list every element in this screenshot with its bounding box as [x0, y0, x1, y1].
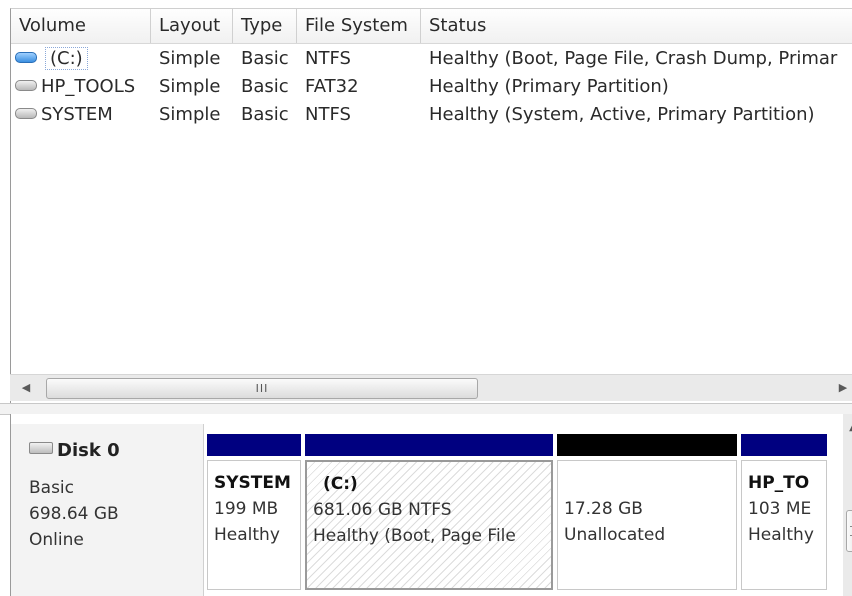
- partition-label: (C:): [323, 474, 358, 494]
- layout-cell: Simple: [159, 104, 221, 125]
- column-header-type[interactable]: Type: [233, 9, 297, 43]
- partition-body-selected: (C:) 681.06 GB NTFS Healthy (Boot, Page …: [305, 460, 553, 590]
- volume-blue-icon: [15, 51, 37, 63]
- partition-body: 17.28 GB Unallocated: [557, 460, 737, 590]
- column-header-volume[interactable]: Volume: [11, 9, 151, 43]
- scroll-left-icon[interactable]: ◀: [12, 375, 40, 401]
- partition-label: HP_TO: [748, 473, 810, 493]
- column-header-file-system[interactable]: File System: [297, 9, 421, 43]
- table-row[interactable]: (C:) Simple Basic NTFS Healthy (Boot, Pa…: [11, 45, 852, 73]
- disk-type: Basic: [29, 478, 75, 498]
- disk-icon: [29, 442, 53, 454]
- disk-graphical-view: Disk 0 Basic 698.64 GB Online SYSTEM 199…: [10, 414, 852, 596]
- volume-list: Volume Layout Type File System Status (C…: [10, 8, 852, 409]
- scroll-right-icon[interactable]: ▶: [834, 375, 852, 401]
- disk-size: 698.64 GB: [29, 504, 119, 524]
- scroll-up-icon[interactable]: ▲: [843, 422, 852, 433]
- status-cell: Healthy (System, Active, Primary Partiti…: [429, 104, 815, 125]
- file-system-cell: NTFS: [305, 48, 351, 69]
- disk-state: Online: [29, 530, 84, 550]
- volume-cell: (C:): [15, 45, 151, 73]
- partition-color-bar: [207, 434, 301, 456]
- file-system-cell: FAT32: [305, 76, 359, 97]
- layout-cell: Simple: [159, 48, 221, 69]
- status-cell: Healthy (Boot, Page File, Crash Dump, Pr…: [429, 48, 838, 69]
- partition-color-bar: [305, 434, 553, 456]
- type-cell: Basic: [241, 104, 289, 125]
- partition-color-bar: [741, 434, 827, 456]
- disk-management-window: Volume Layout Type File System Status (C…: [0, 0, 852, 596]
- partition-unallocated[interactable]: 17.28 GB Unallocated: [557, 434, 737, 590]
- scroll-thumb-vertical[interactable]: [846, 510, 852, 552]
- partition-status: Healthy: [748, 525, 814, 545]
- volume-name: SYSTEM: [41, 104, 113, 125]
- type-cell: Basic: [241, 48, 289, 69]
- table-row[interactable]: HP_TOOLS Simple Basic FAT32 Healthy (Pri…: [11, 73, 852, 101]
- partition-size: 681.06 GB NTFS: [313, 500, 452, 520]
- volume-cell: HP_TOOLS: [15, 73, 151, 101]
- status-cell: Healthy (Primary Partition): [429, 76, 669, 97]
- horizontal-scrollbar[interactable]: ◀ III ▶: [10, 374, 852, 401]
- table-row[interactable]: SYSTEM Simple Basic NTFS Healthy (System…: [11, 101, 852, 129]
- volume-rows: (C:) Simple Basic NTFS Healthy (Boot, Pa…: [11, 45, 852, 129]
- partition-label: SYSTEM: [214, 473, 291, 493]
- partition-size: 199 MB: [214, 499, 279, 519]
- volume-name: (C:): [45, 47, 88, 70]
- partition-size: 17.28 GB: [564, 499, 643, 519]
- partition-status: Healthy: [214, 525, 280, 545]
- volume-cell: SYSTEM: [15, 101, 151, 129]
- partition-body: SYSTEM 199 MB Healthy: [207, 460, 301, 590]
- scroll-grip-icon: III: [255, 382, 269, 395]
- disk-info-panel[interactable]: Disk 0 Basic 698.64 GB Online: [11, 424, 204, 596]
- disk-title: Disk 0: [29, 440, 120, 461]
- column-header-status[interactable]: Status: [421, 9, 852, 43]
- vertical-scrollbar[interactable]: ▲: [843, 414, 852, 596]
- partition-size: 103 ME: [748, 499, 812, 519]
- file-system-cell: NTFS: [305, 104, 351, 125]
- partition-status: Healthy (Boot, Page File: [313, 526, 516, 546]
- volume-gray-icon: [15, 79, 37, 91]
- layout-cell: Simple: [159, 76, 221, 97]
- partition-system[interactable]: SYSTEM 199 MB Healthy: [207, 434, 301, 590]
- partition-body: HP_TO 103 ME Healthy: [741, 460, 827, 590]
- volume-gray-icon: [15, 107, 37, 119]
- partition-color-bar: [557, 434, 737, 456]
- type-cell: Basic: [241, 76, 289, 97]
- scroll-thumb[interactable]: III: [46, 378, 478, 399]
- column-header-layout[interactable]: Layout: [151, 9, 233, 43]
- partition-hp-tools[interactable]: HP_TO 103 ME Healthy: [741, 434, 827, 590]
- volume-name: HP_TOOLS: [41, 76, 136, 97]
- partition-status: Unallocated: [564, 525, 666, 545]
- partition-c[interactable]: (C:) 681.06 GB NTFS Healthy (Boot, Page …: [305, 434, 553, 590]
- column-header-row: Volume Layout Type File System Status: [11, 9, 852, 44]
